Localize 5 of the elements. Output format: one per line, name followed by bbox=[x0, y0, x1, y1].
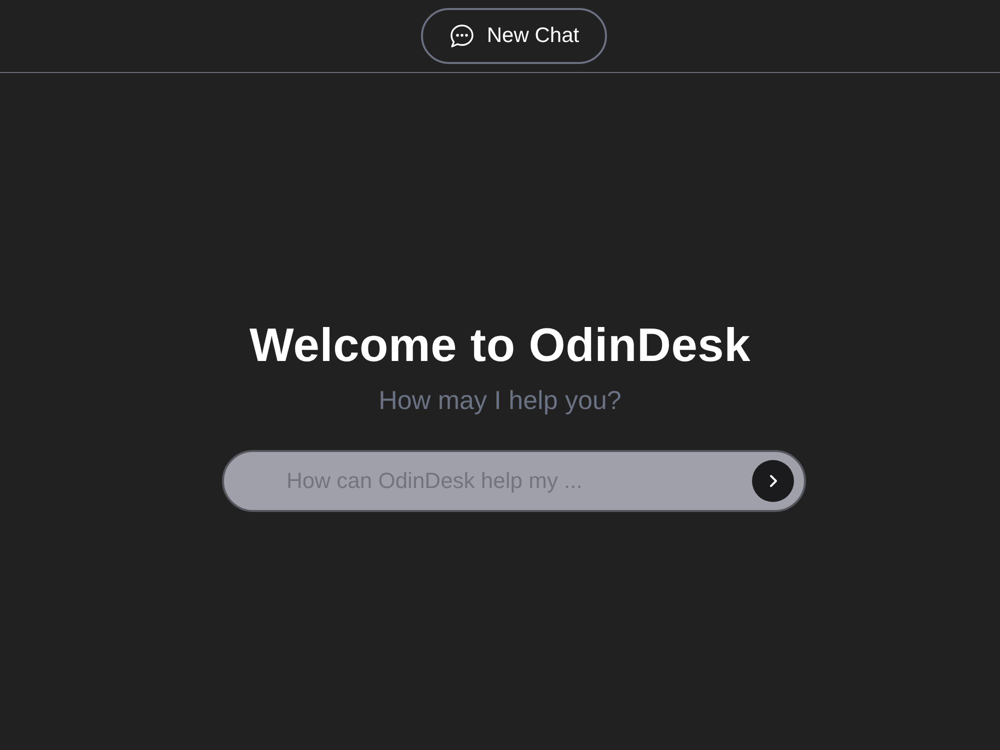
welcome-title: Welcome to OdinDesk bbox=[249, 317, 751, 373]
chevron-right-icon bbox=[768, 474, 778, 488]
new-chat-button[interactable]: New Chat bbox=[421, 8, 607, 64]
welcome-subtitle: How may I help you? bbox=[378, 385, 622, 415]
chat-bubble-icon bbox=[448, 23, 475, 49]
